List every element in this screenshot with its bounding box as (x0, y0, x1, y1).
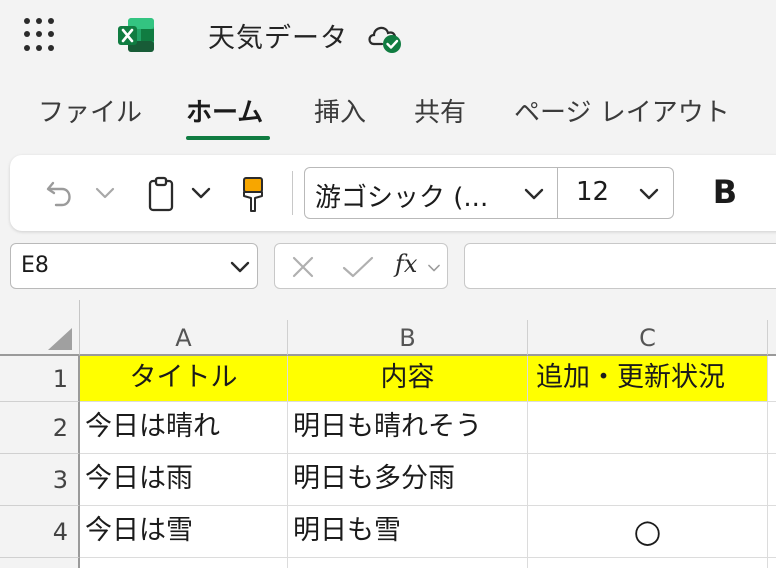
column-header-a[interactable]: A (80, 320, 288, 356)
ribbon-tabs: ファイル ホーム 挿入 共有 ページ レイアウト (0, 92, 776, 144)
font-size-value: 12 (576, 177, 610, 207)
confirm-entry-icon[interactable] (341, 255, 375, 279)
cancel-entry-icon[interactable] (291, 255, 315, 279)
row-header-2[interactable]: 2 (0, 402, 80, 454)
font-name-value: 游ゴシック (... (315, 183, 489, 213)
row-header-4[interactable]: 4 (0, 506, 80, 558)
cell-d4[interactable] (768, 506, 776, 558)
chevron-down-icon (230, 261, 250, 273)
document-title[interactable]: 天気データ (208, 16, 348, 55)
cell-a2[interactable]: 今日は晴れ (80, 402, 288, 454)
cell-c3[interactable] (528, 454, 768, 506)
insert-function-button[interactable]: fx (395, 250, 417, 278)
cell-c2[interactable] (528, 402, 768, 454)
font-name-select[interactable]: 游ゴシック (... (304, 167, 558, 219)
cell-b3[interactable]: 明日も多分雨 (288, 454, 528, 506)
column-header-c[interactable]: C (528, 320, 768, 356)
format-painter-icon[interactable] (240, 175, 266, 215)
cell-a3[interactable]: 今日は雨 (80, 454, 288, 506)
spreadsheet-grid: A B C 1 タイトル 内容 追加・更新状況 2 今日は晴れ 明日も晴れそう … (0, 300, 776, 568)
select-all-triangle-icon (48, 328, 72, 350)
cell-c4[interactable]: ○ (528, 506, 768, 558)
formula-actions: fx (274, 243, 448, 289)
excel-logo-icon (118, 18, 154, 52)
formula-input[interactable] (464, 243, 776, 289)
row-header-1[interactable]: 1 (0, 356, 80, 402)
font-size-select[interactable]: 12 (558, 167, 674, 219)
paste-dropdown-chevron-icon[interactable] (190, 186, 212, 200)
column-header-b[interactable]: B (288, 320, 528, 356)
bold-button[interactable]: B (710, 169, 740, 215)
tab-file[interactable]: ファイル (38, 92, 142, 129)
undo-dropdown-chevron-icon[interactable] (94, 186, 116, 200)
chevron-down-icon (524, 188, 544, 200)
name-box[interactable]: E8 (10, 243, 258, 289)
cell-d2[interactable] (768, 402, 776, 454)
cell-a4[interactable]: 今日は雪 (80, 506, 288, 558)
cell-a5[interactable] (80, 558, 288, 568)
cell-b4[interactable]: 明日も雪 (288, 506, 528, 558)
title-bar: 天気データ (0, 0, 776, 72)
cell-d3[interactable] (768, 454, 776, 506)
app-launcher-icon[interactable] (24, 18, 58, 52)
row-header-3[interactable]: 3 (0, 454, 80, 506)
row-header-5[interactable] (0, 558, 80, 568)
tab-insert[interactable]: 挿入 (314, 92, 366, 129)
select-all-corner[interactable] (0, 300, 80, 356)
column-header-d[interactable] (768, 320, 776, 356)
cell-d1[interactable] (768, 356, 776, 402)
toolbar-separator (292, 171, 293, 215)
column-header-strip (80, 300, 776, 320)
chevron-down-icon[interactable] (427, 263, 441, 273)
undo-icon[interactable] (44, 177, 78, 209)
tab-home[interactable]: ホーム (186, 92, 263, 129)
chevron-down-icon (639, 188, 659, 200)
name-box-value: E8 (21, 253, 49, 278)
ribbon-toolbar: 游ゴシック (... 12 B (10, 155, 776, 231)
cell-b5[interactable] (288, 558, 528, 568)
cell-b2[interactable]: 明日も晴れそう (288, 402, 528, 454)
paste-clipboard-icon[interactable] (146, 175, 176, 213)
cloud-saved-icon[interactable] (366, 20, 404, 54)
cell-b1[interactable]: 内容 (288, 356, 528, 402)
active-tab-indicator (186, 136, 270, 140)
tab-share[interactable]: 共有 (414, 92, 466, 129)
cell-c5[interactable] (528, 558, 768, 568)
tab-page-layout[interactable]: ページ レイアウト (514, 92, 730, 129)
cell-c1[interactable]: 追加・更新状況 (528, 356, 768, 402)
cell-a1[interactable]: タイトル (80, 356, 288, 402)
